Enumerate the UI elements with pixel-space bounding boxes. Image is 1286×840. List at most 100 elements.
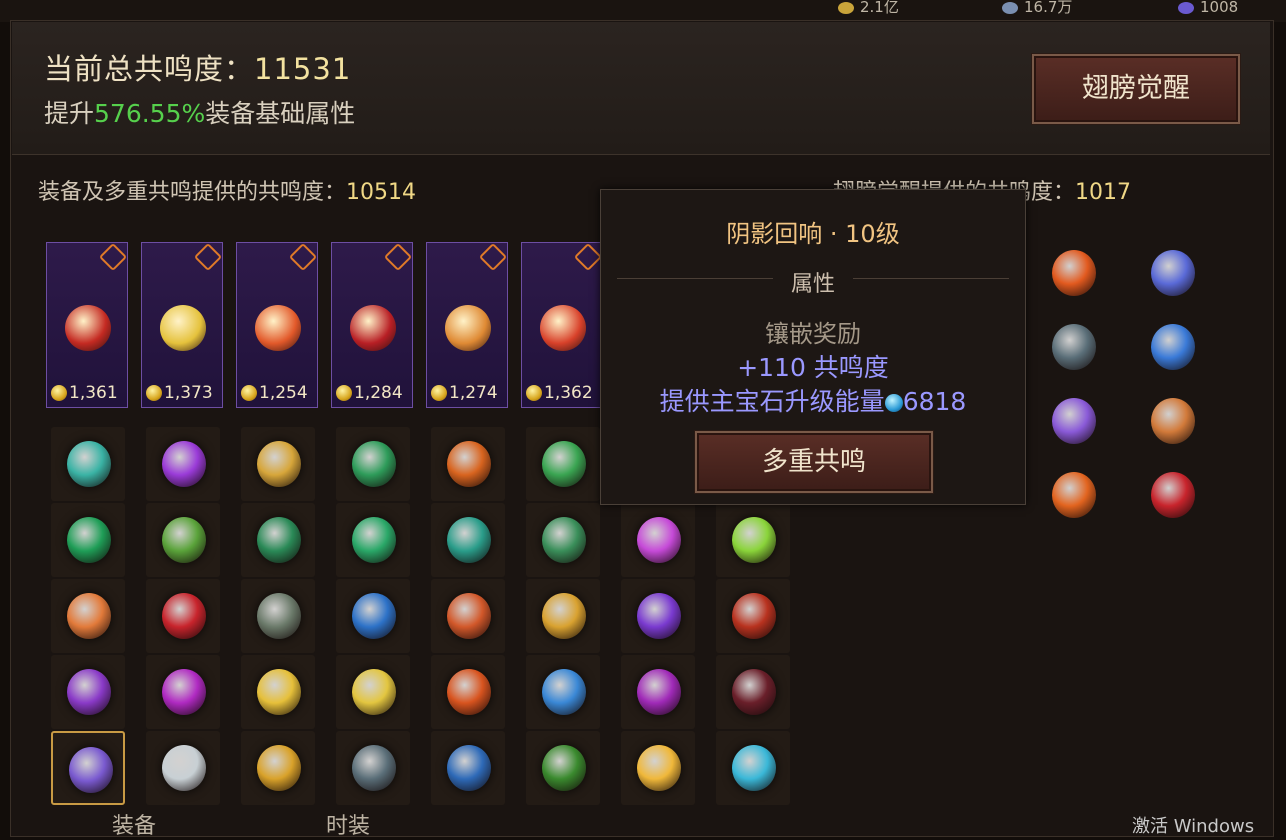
gem-slot[interactable] — [526, 655, 600, 729]
gem-slot[interactable] — [51, 731, 125, 805]
equipment-slot[interactable]: 1,254 — [236, 242, 318, 408]
gem-icon — [542, 593, 586, 639]
tab-fashion[interactable]: 时装 — [326, 808, 370, 840]
total-resonance-value: 11531 — [254, 52, 352, 86]
gem-slot[interactable] — [716, 731, 790, 805]
gem-slot[interactable] — [336, 427, 410, 501]
equipment-score-value: 1,284 — [354, 383, 403, 403]
wing-awaken-button[interactable]: 翅膀觉醒 — [1031, 53, 1241, 125]
gem-slot[interactable] — [526, 731, 600, 805]
gem-slot[interactable] — [621, 503, 695, 577]
equipment-slot[interactable]: 1,284 — [331, 242, 413, 408]
gem-slot[interactable] — [621, 655, 695, 729]
gem-icon — [447, 593, 491, 639]
gem-icon — [637, 517, 681, 563]
gem-slot[interactable] — [336, 731, 410, 805]
gem-icon — [67, 517, 111, 563]
wing-gem-icon[interactable] — [1151, 250, 1195, 296]
boost-suffix: 装备基础属性 — [205, 99, 356, 128]
equipment-score: 1,274 — [431, 383, 498, 403]
gem-slot[interactable] — [716, 503, 790, 577]
gem-slot[interactable] — [621, 579, 695, 653]
gem-slot[interactable] — [431, 503, 505, 577]
gem-slot[interactable] — [146, 655, 220, 729]
resonance-badge-icon — [193, 242, 223, 272]
gem-slot[interactable] — [241, 503, 315, 577]
equipment-gem-icon — [540, 305, 586, 351]
gem-slot[interactable] — [51, 427, 125, 501]
gem-slot[interactable] — [51, 579, 125, 653]
gem-slot[interactable] — [526, 579, 600, 653]
gem-slot[interactable] — [621, 731, 695, 805]
wing-gem-icon[interactable] — [1052, 398, 1096, 444]
energy-gem-icon — [884, 394, 903, 412]
gem-slot[interactable] — [431, 731, 505, 805]
gem-icon — [352, 517, 396, 563]
gem-slot[interactable] — [241, 579, 315, 653]
gem-slot[interactable] — [146, 427, 220, 501]
gem-icon — [257, 517, 301, 563]
gem-icon — [352, 669, 396, 715]
gem-slot[interactable] — [431, 579, 505, 653]
gem-slot[interactable] — [241, 427, 315, 501]
gem-slot[interactable] — [716, 655, 790, 729]
gem-icon — [732, 517, 776, 563]
gem-icon — [352, 441, 396, 487]
resonance-badge-icon — [478, 242, 508, 272]
gem-tooltip: 阴影回响 · 10级 属性 镶嵌奖励 +110 共鸣度 提供主宝石升级能量 681… — [600, 189, 1026, 505]
gem-icon — [67, 669, 111, 715]
multi-resonance-button[interactable]: 多重共鸣 — [694, 430, 934, 494]
coin-icon — [838, 1, 854, 14]
gem-slot[interactable] — [146, 579, 220, 653]
gem-slot[interactable] — [51, 503, 125, 577]
gem-slot[interactable] — [336, 503, 410, 577]
equipment-slot[interactable]: 1,362 — [521, 242, 603, 408]
equipment-score: 1,254 — [241, 383, 308, 403]
gem-icon — [257, 669, 301, 715]
equipment-score-value: 1,274 — [449, 383, 498, 403]
gem-icon — [162, 441, 206, 487]
gem-slot[interactable] — [526, 503, 600, 577]
gem-slot[interactable] — [51, 655, 125, 729]
equipment-score-value: 1,361 — [69, 383, 118, 403]
tab-equipment[interactable]: 装备 — [112, 808, 156, 840]
equipment-score: 1,284 — [336, 383, 403, 403]
gem-slot[interactable] — [241, 655, 315, 729]
coin-icon — [431, 385, 447, 401]
equipment-gem-icon — [65, 305, 111, 351]
gem-slot[interactable] — [431, 427, 505, 501]
gem-slot[interactable] — [241, 731, 315, 805]
coin-icon — [51, 385, 67, 401]
gem-icon — [637, 745, 681, 791]
gem-slot[interactable] — [431, 655, 505, 729]
resonance-badge-icon — [573, 242, 603, 272]
gem-icon — [447, 517, 491, 563]
equipment-slot[interactable]: 1,274 — [426, 242, 508, 408]
coin-icon — [146, 385, 162, 401]
wing-gem-icon[interactable] — [1151, 398, 1195, 444]
equipment-slot[interactable]: 1,373 — [141, 242, 223, 408]
coin-icon — [336, 385, 352, 401]
equipment-slot[interactable]: 1,361 — [46, 242, 128, 408]
gem-icon — [447, 441, 491, 487]
wing-gem-icon[interactable] — [1151, 324, 1195, 370]
wing-gem-icon[interactable] — [1052, 472, 1096, 518]
wing-gem-icon[interactable] — [1052, 324, 1096, 370]
equipment-score: 1,373 — [146, 383, 213, 403]
equipment-score-value: 1,254 — [259, 383, 308, 403]
currency-gold-value: 2.1亿 — [860, 0, 899, 16]
gem-slot[interactable] — [146, 503, 220, 577]
orb-icon — [1178, 1, 1194, 14]
wing-gem-icon[interactable] — [1052, 250, 1096, 296]
gem-slot[interactable] — [146, 731, 220, 805]
gem-slot[interactable] — [716, 579, 790, 653]
equipment-gem-icon — [160, 305, 206, 351]
attribute-boost: 提升576.55%装备基础属性 — [44, 94, 355, 130]
gem-slot[interactable] — [526, 427, 600, 501]
gem-slot[interactable] — [336, 655, 410, 729]
gem-slot[interactable] — [336, 579, 410, 653]
coin-icon — [526, 385, 542, 401]
equipment-gem-icon — [350, 305, 396, 351]
gem-icon — [352, 593, 396, 639]
wing-gem-icon[interactable] — [1151, 472, 1195, 518]
